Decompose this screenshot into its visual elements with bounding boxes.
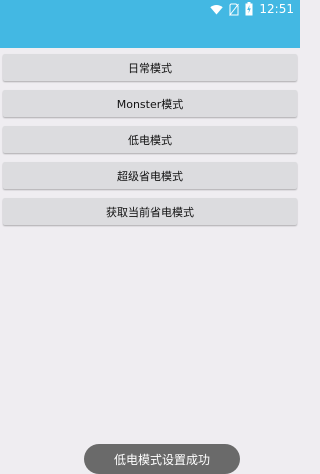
no-sim-icon <box>229 3 240 16</box>
battery-charging-icon <box>245 2 253 16</box>
app-bar <box>0 18 300 48</box>
monster-mode-button[interactable]: Monster模式 <box>3 90 297 117</box>
wifi-icon <box>210 4 224 15</box>
super-power-saving-mode-button[interactable]: 超级省电模式 <box>3 162 297 189</box>
low-power-mode-button[interactable]: 低电模式 <box>3 126 297 153</box>
status-clock: 12:51 <box>259 2 294 16</box>
get-current-mode-button[interactable]: 获取当前省电模式 <box>3 198 297 225</box>
daily-mode-button[interactable]: 日常模式 <box>3 54 297 81</box>
status-bar: 12:51 <box>0 0 300 18</box>
status-icons: 12:51 <box>210 1 294 17</box>
toast-message: 低电模式设置成功 <box>84 444 240 474</box>
